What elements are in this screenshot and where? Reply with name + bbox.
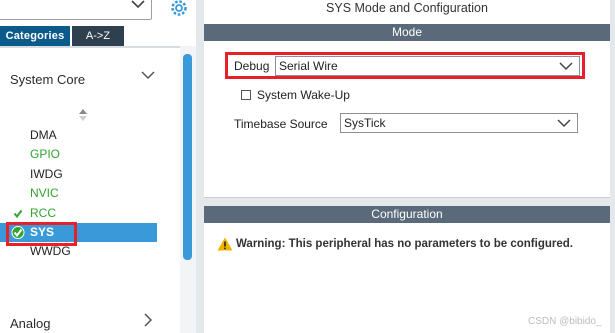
warning-message: Warning: This peripheral has no paramete… — [236, 238, 573, 250]
peripheral-item-nvic[interactable]: NVIC — [0, 184, 157, 203]
mode-section-header: Mode — [204, 24, 610, 41]
category-analog[interactable]: Analog — [10, 316, 50, 331]
page-title: SYS Mode and Configuration — [326, 1, 488, 15]
peripheral-item-iwdg[interactable]: IWDG — [0, 165, 157, 184]
check-icon — [13, 209, 23, 218]
warning-icon — [217, 237, 233, 251]
watermark: CSDN @bibido_ — [528, 316, 602, 327]
peripheral-item-label: DMA — [30, 128, 57, 142]
system-wakeup-checkbox[interactable] — [241, 90, 251, 100]
configuration-panel: SYS Mode and Configuration Mode Debug Se… — [204, 0, 615, 333]
peripheral-tree-panel: Categories A->Z System Core DMA GPIO IWDG N… — [0, 0, 196, 333]
search-input[interactable] — [0, 0, 152, 20]
peripheral-item-dma[interactable]: DMA — [0, 126, 157, 145]
sort-icon[interactable] — [78, 107, 88, 123]
debug-label: Debug — [234, 59, 270, 73]
category-system-core[interactable]: System Core — [0, 62, 175, 96]
peripheral-item-label: RCC — [30, 205, 56, 220]
timebase-label: Timebase Source — [234, 117, 328, 131]
chevron-down-icon[interactable] — [559, 61, 573, 71]
timebase-select-value: SysTick — [344, 116, 386, 130]
separator — [0, 46, 196, 48]
debug-select[interactable]: Serial Wire — [275, 56, 580, 76]
tab-categories[interactable]: Categories — [0, 26, 70, 46]
view-tabs: Categories A->Z — [0, 26, 196, 46]
peripheral-item-label: WWDG — [30, 244, 71, 259]
panel-divider[interactable] — [196, 0, 204, 333]
peripheral-item-gpio[interactable]: GPIO — [0, 145, 157, 164]
category-label: System Core — [10, 72, 86, 87]
peripheral-item-label: IWDG — [30, 166, 63, 181]
system-wakeup-label: System Wake-Up — [257, 88, 350, 102]
debug-select-value: Serial Wire — [279, 59, 338, 73]
right-edge — [610, 0, 615, 333]
selection-highlight-box — [6, 222, 77, 246]
peripheral-item-rcc[interactable]: RCC — [0, 204, 157, 223]
scrollbar-thumb[interactable] — [183, 54, 192, 260]
chevron-down-icon[interactable] — [131, 0, 145, 9]
configuration-section-header: Configuration — [204, 206, 610, 223]
chevron-down-icon[interactable] — [557, 118, 571, 128]
tab-a-to-z[interactable]: A->Z — [72, 26, 124, 46]
peripheral-item-label: GPIO — [30, 147, 61, 162]
peripheral-item-label: NVIC — [30, 186, 59, 201]
chevron-down-icon[interactable] — [141, 70, 155, 80]
gear-icon[interactable] — [169, 0, 189, 18]
section-gap — [204, 198, 615, 206]
chevron-right-icon[interactable] — [143, 313, 153, 327]
timebase-select[interactable]: SysTick — [340, 113, 578, 133]
